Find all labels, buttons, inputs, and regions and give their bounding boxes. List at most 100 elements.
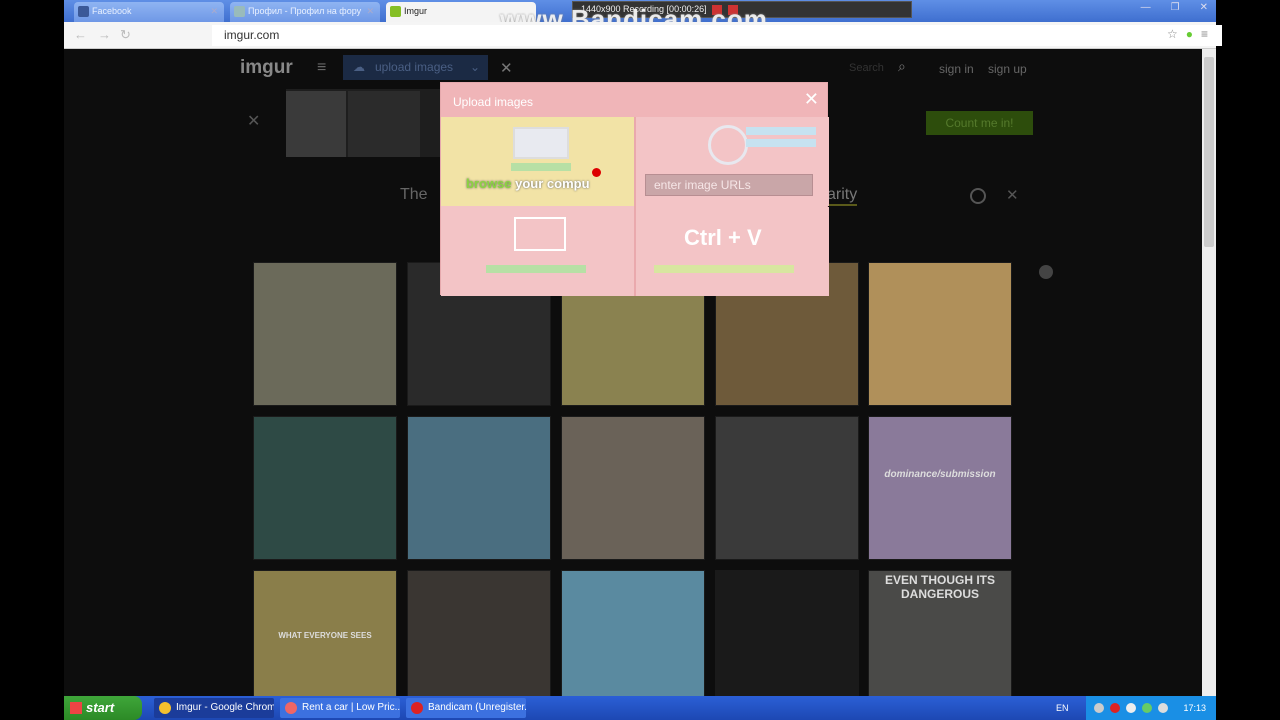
gallery-thumb[interactable]: [561, 416, 705, 560]
clock-icon[interactable]: [970, 188, 986, 204]
upload-images-button[interactable]: ☁ upload images ⌄: [343, 55, 488, 80]
close-banner-icon[interactable]: ✕: [247, 111, 260, 131]
minimize-icon[interactable]: —: [1141, 2, 1151, 13]
gallery-thumb[interactable]: [253, 416, 397, 560]
task-label: Bandicam (Unregister...: [428, 702, 526, 713]
language-indicator[interactable]: EN: [1056, 696, 1069, 720]
tab-label: Imgur: [404, 6, 428, 16]
tray-icon[interactable]: [1142, 703, 1152, 713]
thumb-caption: EVEN THOUGH ITS DANGEROUS: [884, 573, 995, 601]
task-label: Rent a car | Low Pric...: [302, 702, 400, 713]
browse-computer-option[interactable]: browse your compu: [441, 117, 634, 206]
promo-image: [286, 91, 346, 157]
thumb-caption: WHAT EVERYONE SEES: [278, 631, 372, 640]
menu-icon[interactable]: ≡: [1201, 27, 1208, 41]
sort-popularity[interactable]: arity: [827, 186, 858, 206]
tab-profile[interactable]: Профил - Профил на фору ✕: [230, 2, 380, 22]
chevron-down-icon[interactable]: ⌄: [470, 55, 480, 80]
tray-icon[interactable]: [1158, 703, 1168, 713]
page-scrollbar[interactable]: [1202, 49, 1216, 696]
left-black-bar: [0, 0, 64, 720]
gallery-thumb[interactable]: [407, 570, 551, 696]
gallery-thumb[interactable]: [561, 570, 705, 696]
close-icon[interactable]: ✕: [210, 2, 218, 20]
taskbar-item-bandicam[interactable]: Bandicam (Unregister...: [406, 698, 526, 718]
close-window-icon[interactable]: ✕: [1200, 2, 1208, 13]
glitch-artifact: [746, 127, 816, 135]
back-icon[interactable]: ←: [74, 27, 87, 42]
taskbar-item-chrome[interactable]: Imgur - Google Chrome: [154, 698, 274, 718]
browse-rest: your compu: [515, 176, 590, 191]
glitch-artifact: [746, 139, 816, 147]
extension-icon[interactable]: ●: [1186, 27, 1193, 41]
start-button[interactable]: start: [64, 696, 142, 720]
facebook-icon: [78, 6, 89, 17]
url-option: enter image URLs: [636, 117, 829, 206]
imgur-logo[interactable]: imgur: [240, 57, 293, 79]
forward-icon[interactable]: →: [98, 27, 111, 42]
random-icon[interactable]: ✕: [500, 59, 513, 77]
thumb-caption: dominance/submission: [884, 469, 996, 480]
drag-drop-option: [441, 207, 634, 296]
computer-icon: [513, 127, 569, 159]
gallery-thumb[interactable]: EVEN THOUGH ITS DANGEROUS: [868, 570, 1012, 696]
close-icon[interactable]: ✕: [804, 89, 819, 110]
modal-title: Upload images: [453, 95, 534, 109]
modal-header: Upload images ✕: [441, 83, 827, 117]
promo-image: [348, 91, 420, 157]
gallery-thumb[interactable]: [407, 416, 551, 560]
paste-option: Ctrl + V: [636, 207, 829, 296]
tab-label: Facebook: [92, 6, 132, 16]
browse-highlight: browse: [466, 176, 512, 191]
gallery-thumb[interactable]: [715, 570, 859, 696]
scrollbar-thumb[interactable]: [1204, 57, 1214, 247]
sign-up-link[interactable]: sign up: [988, 62, 1027, 76]
paste-label: Ctrl + V: [684, 225, 762, 250]
gallery-thumb[interactable]: dominance/submission: [868, 416, 1012, 560]
search-icon[interactable]: ⌕: [898, 58, 906, 75]
globe-icon: [708, 125, 748, 165]
tray-icon[interactable]: [1094, 703, 1104, 713]
hamburger-icon[interactable]: ≡: [317, 59, 326, 77]
url-input[interactable]: imgur.com: [212, 25, 1222, 46]
image-url-input[interactable]: enter image URLs: [645, 174, 813, 196]
random-icon[interactable]: ✕: [1006, 186, 1019, 204]
browser-icon: [285, 702, 297, 714]
start-label: start: [86, 700, 115, 715]
windows-flag-icon: [70, 702, 82, 714]
desktop-screen: Facebook ✕ Профил - Профил на фору ✕ Img…: [0, 0, 1280, 720]
glitch-artifact: [654, 265, 794, 273]
tray-icon[interactable]: [1110, 703, 1120, 713]
search-input[interactable]: Search: [849, 62, 884, 74]
reload-icon[interactable]: ↻: [120, 27, 131, 43]
gallery-thumb[interactable]: [715, 416, 859, 560]
cursor-icon: [592, 168, 601, 177]
page-icon: [234, 6, 245, 17]
tab-facebook[interactable]: Facebook ✕: [74, 2, 224, 22]
gallery-thumb[interactable]: [253, 262, 397, 406]
close-icon[interactable]: ✕: [366, 2, 374, 20]
star-icon[interactable]: ☆: [1167, 27, 1178, 41]
chrome-icon: [159, 702, 171, 714]
windows-taskbar: start Imgur - Google Chrome Rent a car |…: [64, 696, 1216, 720]
taskbar-item-rentacar[interactable]: Rent a car | Low Pric...: [280, 698, 400, 718]
gallery-thumb[interactable]: WHAT EVERYONE SEES: [253, 570, 397, 696]
sign-in-link[interactable]: sign in: [939, 62, 974, 76]
browse-label: browse your compu: [466, 176, 590, 191]
grid-toggle-icon[interactable]: [1039, 265, 1053, 279]
cloud-icon: ☁: [353, 60, 365, 74]
glitch-artifact: [486, 265, 586, 273]
window-icon: [514, 217, 566, 251]
address-bar: ← → ↻ imgur.com ☆ ● ≡: [64, 22, 1222, 49]
clock[interactable]: 17:13: [1183, 696, 1206, 720]
gallery-thumb[interactable]: [868, 262, 1012, 406]
count-me-in-button[interactable]: Count me in!: [926, 111, 1033, 135]
gallery-title: The: [400, 186, 428, 203]
tray-icon[interactable]: [1126, 703, 1136, 713]
maximize-icon[interactable]: ❐: [1171, 2, 1180, 13]
bandicam-icon: [411, 702, 423, 714]
window-controls: — ❐ ✕: [1141, 2, 1208, 13]
upload-label: upload images: [375, 60, 454, 74]
imgur-icon: [390, 6, 401, 17]
right-black-bar: [1216, 0, 1280, 720]
